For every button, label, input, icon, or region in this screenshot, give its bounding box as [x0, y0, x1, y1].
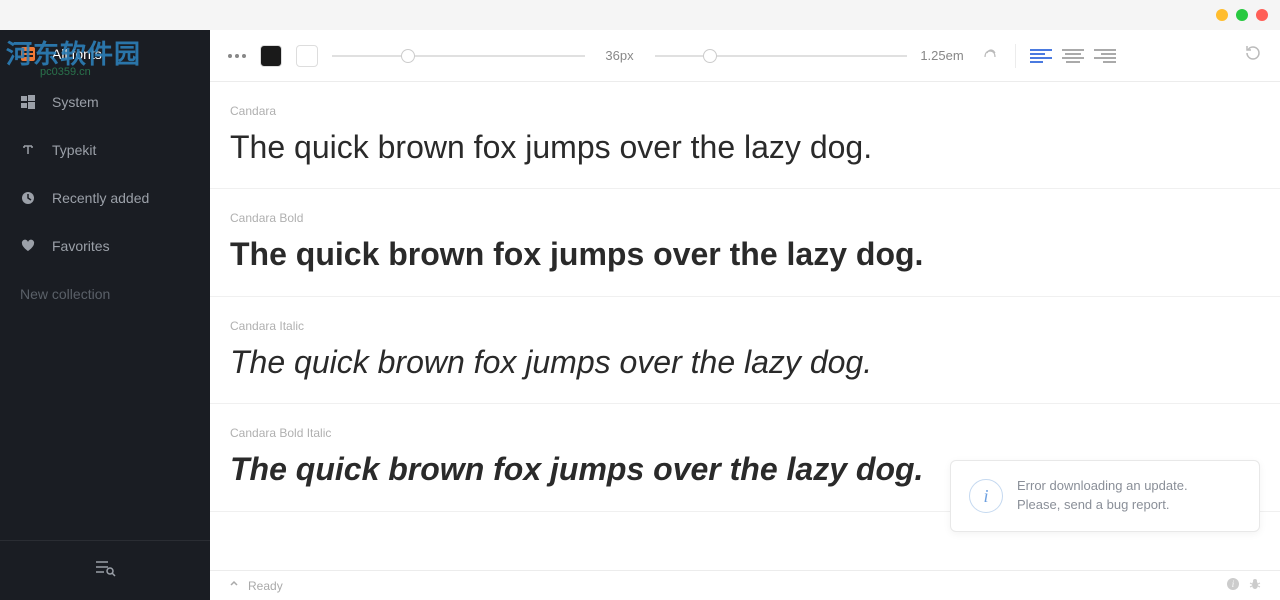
font-name-label: Candara Italic: [230, 319, 1260, 333]
font-size-value: 36px: [595, 48, 645, 63]
heart-icon: [20, 238, 36, 254]
sidebar-item-label: Typekit: [52, 142, 96, 158]
sidebar-footer: [0, 540, 210, 600]
align-group: [1030, 47, 1116, 65]
text-color-swatch-dark[interactable]: [260, 45, 282, 67]
font-sample: The quick brown fox jumps over the lazy …: [230, 235, 1260, 273]
line-height-slider[interactable]: [655, 55, 908, 57]
sidebar: 河东软件园 pc0359.cn All fonts System Typekit…: [0, 30, 210, 600]
font-name-label: Candara: [230, 104, 1260, 118]
search-list-icon[interactable]: [94, 559, 116, 582]
align-right-button[interactable]: [1094, 47, 1116, 65]
font-sample: The quick brown fox jumps over the lazy …: [230, 128, 1260, 166]
sidebar-item-recent[interactable]: Recently added: [0, 174, 210, 222]
font-list[interactable]: Candara The quick brown fox jumps over t…: [210, 82, 1280, 570]
sidebar-item-label: System: [52, 94, 99, 110]
font-item[interactable]: Candara Italic The quick brown fox jumps…: [210, 297, 1280, 404]
bug-report-icon[interactable]: [1248, 577, 1262, 594]
clock-icon: [20, 190, 36, 206]
chevron-down-icon[interactable]: [228, 578, 240, 593]
sidebar-item-label: Recently added: [52, 190, 149, 206]
reset-icon[interactable]: [1244, 44, 1262, 67]
sidebar-item-typekit[interactable]: Typekit: [0, 126, 210, 174]
font-name-label: Candara Bold: [230, 211, 1260, 225]
size-slider-group: 36px 1.25em: [332, 48, 967, 63]
new-collection-button[interactable]: New collection: [0, 270, 210, 318]
status-text: Ready: [248, 579, 283, 593]
font-sample: The quick brown fox jumps over the lazy …: [230, 343, 1260, 381]
main-panel: 36px 1.25em Candara: [210, 30, 1280, 600]
watermark-url: pc0359.cn: [40, 66, 91, 78]
font-item[interactable]: Candara The quick brown fox jumps over t…: [210, 82, 1280, 189]
toast-message: Error downloading an update. Please, sen…: [1017, 477, 1188, 515]
font-name-label: Candara Bold Italic: [230, 426, 1260, 440]
typekit-icon: [20, 142, 36, 158]
statusbar: Ready i: [210, 570, 1280, 600]
sidebar-item-favorites[interactable]: Favorites: [0, 222, 210, 270]
titlebar: [0, 0, 1280, 30]
font-size-slider-thumb[interactable]: [401, 49, 415, 63]
window-minimize[interactable]: [1216, 9, 1228, 21]
sidebar-item-label: Favorites: [52, 238, 110, 254]
toolbar: 36px 1.25em: [210, 30, 1280, 82]
line-height-slider-thumb[interactable]: [703, 49, 717, 63]
align-left-button[interactable]: [1030, 47, 1052, 65]
font-size-slider[interactable]: [332, 55, 585, 57]
line-height-value: 1.25em: [917, 48, 967, 63]
ligature-icon[interactable]: [981, 43, 1001, 68]
window-maximize[interactable]: [1236, 9, 1248, 21]
align-center-button[interactable]: [1062, 47, 1084, 65]
windows-icon: [20, 94, 36, 110]
update-error-toast[interactable]: i Error downloading an update. Please, s…: [950, 460, 1260, 532]
info-status-icon[interactable]: i: [1226, 577, 1240, 594]
info-icon: i: [969, 479, 1003, 513]
text-color-swatch-light[interactable]: [296, 45, 318, 67]
sidebar-item-system[interactable]: System: [0, 78, 210, 126]
window-close[interactable]: [1256, 9, 1268, 21]
more-options-button[interactable]: [228, 54, 246, 58]
font-item[interactable]: Candara Bold The quick brown fox jumps o…: [210, 189, 1280, 296]
